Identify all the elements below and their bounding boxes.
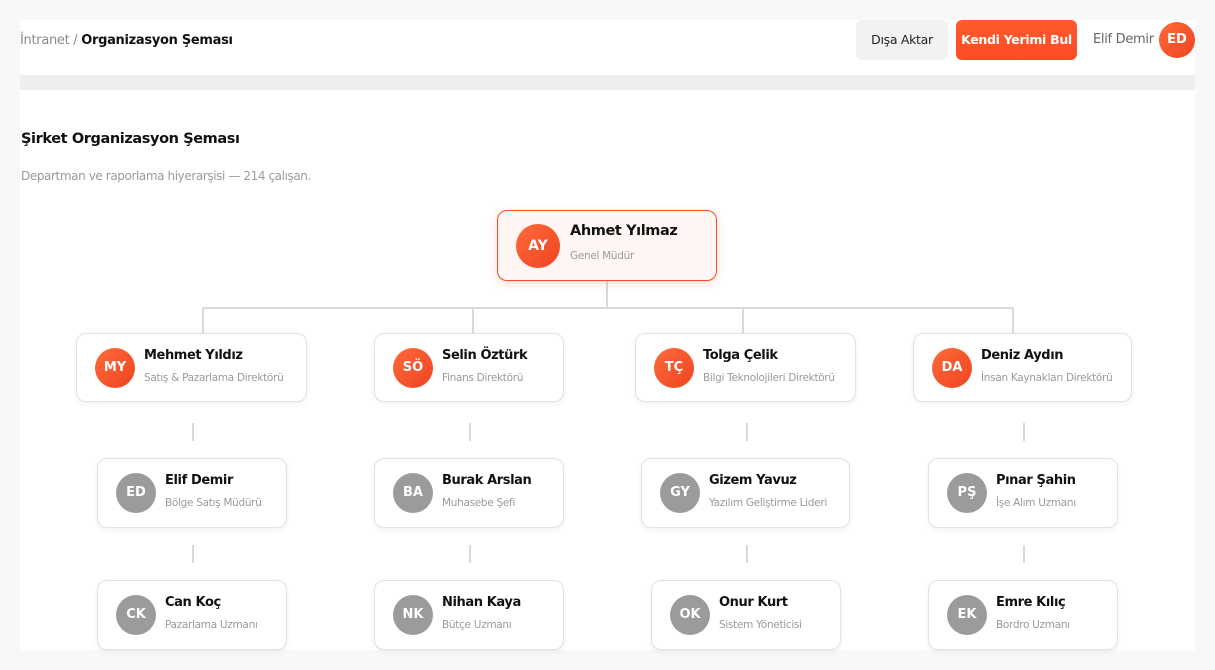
employee-role: Pazarlama Uzmanı (165, 619, 258, 631)
avatar: MY (95, 347, 135, 388)
avatar: BA (393, 473, 433, 513)
employee-role: Bütçe Uzmanı (442, 619, 512, 631)
employee-name: Emre Kılıç (996, 595, 1066, 610)
current-user-name[interactable]: Elif Demir (1093, 32, 1154, 47)
org-card-staff[interactable]: CK Can Koç Pazarlama Uzmanı (97, 580, 287, 650)
find-my-place-button[interactable]: Kendi Yerimi Bul (956, 20, 1077, 60)
top-header: İntranet / Organizasyon Şeması Dışa Akta… (20, 20, 1195, 75)
employee-role: Satış & Pazarlama Direktörü (144, 372, 284, 384)
employee-role: Sistem Yöneticisi (719, 619, 802, 631)
breadcrumb-separator: / (73, 33, 78, 48)
header-divider (20, 75, 1195, 90)
org-card-staff[interactable]: OK Onur Kurt Sistem Yöneticisi (651, 580, 841, 650)
employee-name: Pınar Şahin (996, 473, 1076, 488)
main-content: Şirket Organizasyon Şeması Departman ve … (20, 90, 1195, 650)
avatar: NK (393, 595, 433, 635)
employee-role: Genel Müdür (570, 250, 635, 262)
breadcrumb-current: Organizasyon Şeması (81, 33, 233, 48)
employee-role: Yazılım Geliştirme Lideri (709, 497, 827, 509)
employee-role: Bilgi Teknolojileri Direktörü (703, 372, 835, 384)
org-card-manager[interactable]: PŞ Pınar Şahin İşe Alım Uzmanı (928, 458, 1118, 528)
avatar: EK (947, 595, 987, 635)
export-button[interactable]: Dışa Aktar (856, 20, 948, 60)
org-card-staff[interactable]: EK Emre Kılıç Bordro Uzmanı (928, 580, 1118, 650)
org-card-director[interactable]: DA Deniz Aydın İnsan Kaynakları Direktör… (913, 333, 1132, 402)
employee-name: Ahmet Yılmaz (570, 223, 678, 239)
employee-role: Bölge Satış Müdürü (165, 497, 262, 509)
org-card-root[interactable]: AY Ahmet Yılmaz Genel Müdür (497, 210, 717, 281)
employee-role: Bordro Uzmanı (996, 619, 1070, 631)
avatar: CK (116, 595, 156, 635)
employee-name: Onur Kurt (719, 595, 788, 610)
org-card-manager[interactable]: GY Gizem Yavuz Yazılım Geliştirme Lideri (641, 458, 850, 528)
avatar: DA (932, 347, 972, 388)
org-card-director[interactable]: MY Mehmet Yıldız Satış & Pazarlama Direk… (76, 333, 307, 402)
employee-name: Elif Demir (165, 473, 233, 488)
employee-name: Mehmet Yıldız (144, 348, 243, 363)
employee-name: Tolga Çelik (703, 348, 778, 363)
avatar: GY (660, 473, 700, 513)
employee-name: Nihan Kaya (442, 595, 521, 610)
avatar: TÇ (654, 347, 694, 388)
employee-role: Finans Direktörü (442, 372, 524, 384)
org-card-manager[interactable]: ED Elif Demir Bölge Satış Müdürü (97, 458, 287, 528)
org-card-director[interactable]: SÖ Selin Öztürk Finans Direktörü (374, 333, 564, 402)
employee-name: Deniz Aydın (981, 348, 1064, 363)
breadcrumb-intranet-link[interactable]: İntranet (20, 33, 70, 48)
avatar: ED (116, 473, 156, 513)
org-card-director[interactable]: TÇ Tolga Çelik Bilgi Teknolojileri Direk… (635, 333, 856, 402)
current-user-avatar[interactable]: ED (1159, 22, 1195, 58)
org-card-manager[interactable]: BA Burak Arslan Muhasebe Şefi (374, 458, 564, 528)
employee-name: Gizem Yavuz (709, 473, 797, 488)
employee-name: Can Koç (165, 595, 221, 610)
employee-name: Burak Arslan (442, 473, 532, 488)
employee-role: İşe Alım Uzmanı (996, 497, 1076, 509)
org-card-staff[interactable]: NK Nihan Kaya Bütçe Uzmanı (374, 580, 564, 650)
employee-name: Selin Öztürk (442, 348, 528, 363)
avatar: PŞ (947, 473, 987, 513)
avatar: AY (516, 223, 560, 268)
breadcrumb: İntranet / Organizasyon Şeması (20, 33, 233, 48)
avatar: SÖ (393, 347, 433, 388)
avatar: OK (670, 595, 710, 635)
employee-role: Muhasebe Şefi (442, 497, 516, 509)
employee-role: İnsan Kaynakları Direktörü (981, 372, 1113, 384)
